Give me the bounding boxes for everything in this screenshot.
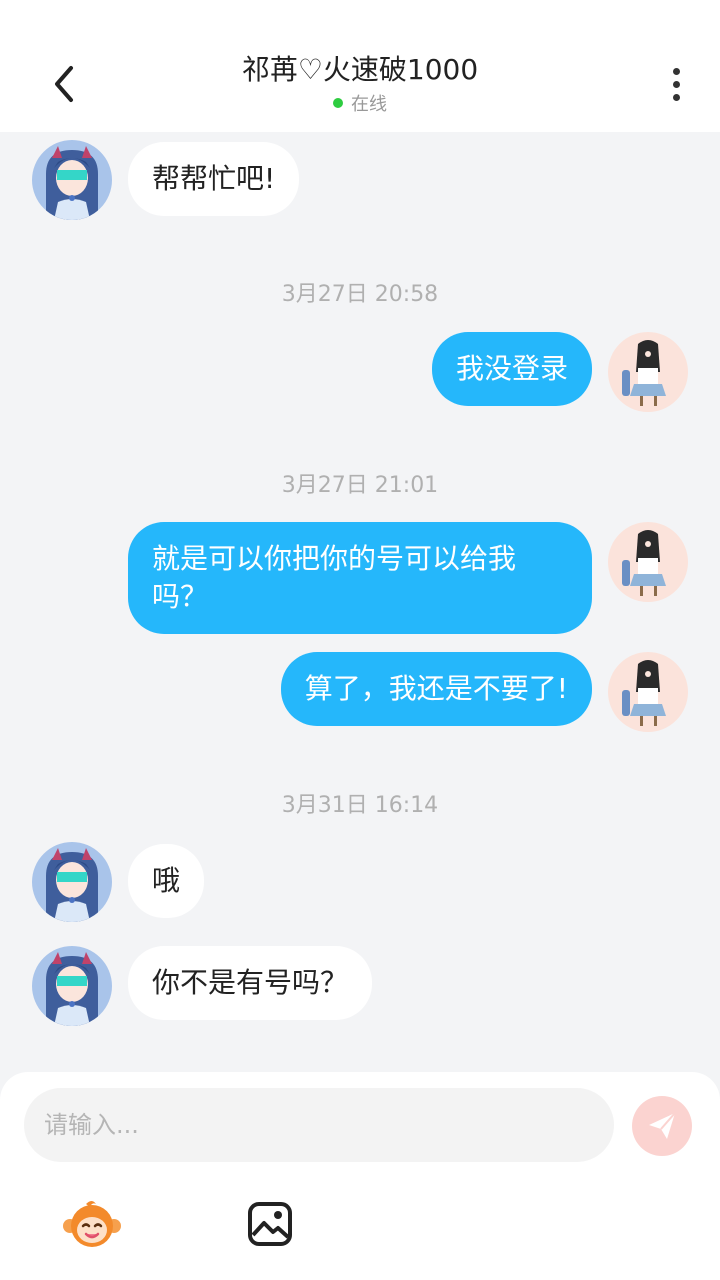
self-avatar[interactable] xyxy=(608,332,688,412)
send-button[interactable] xyxy=(632,1096,692,1156)
monkey-emoji-icon xyxy=(63,1201,121,1247)
message-input[interactable] xyxy=(24,1088,614,1162)
emoji-button[interactable] xyxy=(60,1192,124,1256)
online-dot-icon xyxy=(333,98,343,108)
message-timestamp: 3月27日 20:58 xyxy=(281,282,439,307)
contact-avatar[interactable] xyxy=(32,946,112,1026)
message-bubble-incoming[interactable]: 你不是有号吗？ xyxy=(128,946,373,1020)
message-bubble-incoming[interactable]: 帮帮忙吧! xyxy=(128,142,300,216)
chat-header: 祁苒♡火速破1000 在线 xyxy=(0,0,720,132)
message-bubble-outgoing[interactable]: 就是可以你把你的号可以给我吗？ xyxy=(128,522,592,634)
message-timestamp: 3月27日 21:01 xyxy=(281,473,439,498)
online-status: 在线 xyxy=(0,90,720,116)
online-status-label: 在线 xyxy=(351,94,387,115)
message-bubble-outgoing[interactable]: 算了，我还是不要了! xyxy=(280,652,592,726)
message-bubble-incoming[interactable]: 哦 xyxy=(128,844,205,918)
message-timestamp: 3月31日 16:14 xyxy=(281,793,439,818)
contact-avatar[interactable] xyxy=(32,842,112,922)
send-icon xyxy=(649,1112,676,1139)
input-panel xyxy=(0,1072,720,1280)
message-bubble-outgoing[interactable]: 我没登录 xyxy=(431,332,592,406)
image-icon xyxy=(248,1202,292,1246)
image-button[interactable] xyxy=(238,1192,302,1256)
more-options-button[interactable] xyxy=(656,60,696,108)
self-avatar[interactable] xyxy=(608,522,688,602)
contact-avatar[interactable] xyxy=(32,140,112,220)
more-vertical-icon xyxy=(672,67,680,75)
self-avatar[interactable] xyxy=(608,652,688,732)
chat-title: 祁苒♡火速破1000 xyxy=(241,53,479,86)
